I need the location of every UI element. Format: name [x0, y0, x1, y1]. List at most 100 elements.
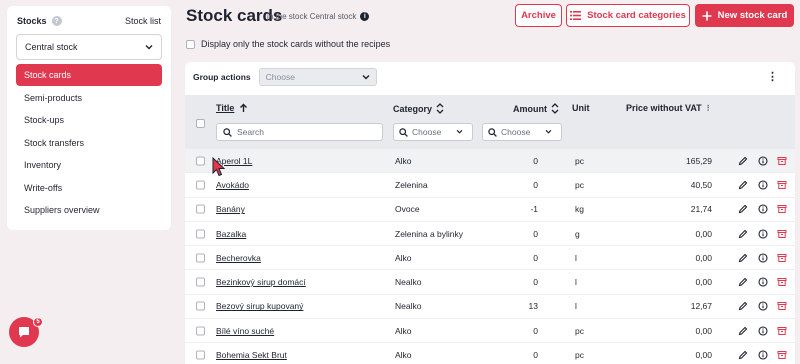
- sidebar-item-stock-ups[interactable]: Stock-ups: [16, 109, 162, 131]
- sidebar-item-stock-cards[interactable]: Stock cards: [16, 64, 162, 86]
- edit-icon[interactable]: [738, 180, 748, 190]
- edit-icon[interactable]: [738, 156, 748, 166]
- row-checkbox[interactable]: [196, 350, 205, 360]
- edit-icon[interactable]: [738, 326, 748, 336]
- sidebar-item-write-offs[interactable]: Write-offs: [16, 177, 162, 199]
- info-icon[interactable]: [758, 253, 768, 263]
- column-amount[interactable]: Amount: [513, 103, 559, 114]
- group-actions-select[interactable]: Choose: [258, 68, 377, 86]
- table-row[interactable]: Bezový sirup kupovaný Nealko 13 l 12,67: [185, 295, 795, 320]
- search-icon: [488, 127, 497, 137]
- edit-icon[interactable]: [738, 277, 748, 287]
- stock-card-title-link[interactable]: Becherovka: [216, 253, 261, 263]
- stock-card-title-link[interactable]: Avokádo: [216, 180, 249, 190]
- column-category-label: Category: [393, 103, 433, 114]
- sort-icon: [436, 103, 444, 114]
- info-icon[interactable]: i: [360, 12, 370, 21]
- stock-card-title-link[interactable]: Bezinkový sirup domácí: [216, 277, 306, 287]
- select-all-checkbox[interactable]: [196, 119, 205, 128]
- table-row[interactable]: Bohemia Sekt Brut Alko 0 pc 0,00: [185, 343, 795, 364]
- stock-list-link[interactable]: Stock list: [125, 16, 161, 26]
- sidebar-item-inventory[interactable]: Inventory: [16, 154, 162, 176]
- edit-icon[interactable]: [738, 350, 748, 360]
- row-checkbox[interactable]: [196, 277, 205, 287]
- archive-icon[interactable]: [777, 229, 787, 239]
- title-search-input[interactable]: Search: [216, 123, 383, 141]
- stock-card-title-link[interactable]: Bazalka: [216, 229, 246, 239]
- info-icon[interactable]: [758, 350, 768, 360]
- info-icon[interactable]: [758, 326, 768, 336]
- table-row[interactable]: Banány Ovoce -1 kg 21,74: [185, 198, 795, 222]
- archive-icon[interactable]: [777, 277, 787, 287]
- archive-button[interactable]: Archive: [515, 4, 562, 27]
- column-price[interactable]: Price without VAT ⋮: [626, 103, 712, 113]
- archive-icon[interactable]: [777, 301, 787, 311]
- stock-card-title-link[interactable]: Bezový sirup kupovaný: [216, 301, 303, 311]
- edit-icon[interactable]: [738, 229, 748, 239]
- new-stock-card-button[interactable]: New stock card: [695, 4, 794, 27]
- stock-select[interactable]: Central stock: [16, 34, 162, 60]
- stock-card-title-link[interactable]: Bohemia Sekt Brut: [216, 350, 287, 360]
- archive-icon[interactable]: [777, 204, 787, 214]
- info-icon[interactable]: [758, 204, 768, 214]
- stock-card-category: Zelenina a bylinky: [395, 228, 464, 239]
- amount-filter-select[interactable]: Choose: [482, 123, 562, 141]
- table-body: Aperol 1L Alko 0 pc 165,29 Avokádo Zelen…: [185, 149, 795, 364]
- table-row[interactable]: Bazalka Zelenina a bylinky 0 g 0,00: [185, 222, 795, 247]
- stock-card-unit: pc: [575, 155, 584, 166]
- info-icon[interactable]: [758, 180, 768, 190]
- info-icon[interactable]: [758, 228, 768, 239]
- stock-card-price: 40,50: [690, 179, 712, 190]
- more-options-icon[interactable]: ⋮: [767, 70, 778, 83]
- table-row[interactable]: Bezinkový sirup domácí Nealko 0 l 0,00: [185, 270, 795, 295]
- sidebar-item-stock-transfers[interactable]: Stock transfers: [16, 132, 162, 154]
- category-filter-select[interactable]: Choose: [393, 123, 473, 141]
- archive-icon[interactable]: [777, 253, 787, 263]
- category-filter-value: Choose: [412, 127, 442, 137]
- edit-icon[interactable]: [738, 253, 748, 263]
- info-icon[interactable]: [758, 277, 768, 287]
- sidebar-nav: Stock cards Semi-products Stock-ups Stoc…: [16, 64, 162, 222]
- row-checkbox[interactable]: [196, 156, 205, 166]
- sidebar-item-suppliers-overview[interactable]: Suppliers overview: [16, 199, 162, 221]
- stock-card-title-link[interactable]: Bílé víno suché: [216, 326, 274, 336]
- stock-card-unit: kg: [575, 204, 584, 215]
- chevron-down-icon: [145, 43, 153, 52]
- row-checkbox[interactable]: [196, 301, 205, 311]
- row-checkbox[interactable]: [196, 326, 205, 336]
- chat-icon: [19, 327, 29, 338]
- help-icon[interactable]: ?: [51, 16, 62, 26]
- stock-card-title-link[interactable]: Banány: [216, 204, 245, 214]
- stock-card-unit: l: [575, 252, 577, 263]
- row-checkbox[interactable]: [196, 229, 205, 239]
- new-stock-card-label: New stock card: [717, 10, 788, 21]
- info-icon[interactable]: [758, 301, 768, 311]
- archive-icon[interactable]: [777, 350, 787, 360]
- archive-icon[interactable]: [777, 326, 787, 336]
- stock-card-unit: l: [575, 301, 577, 312]
- info-icon[interactable]: [758, 156, 768, 166]
- edit-icon[interactable]: [738, 301, 748, 311]
- column-title-label: Title: [216, 103, 235, 113]
- archive-icon[interactable]: [777, 156, 787, 166]
- row-checkbox[interactable]: [196, 180, 205, 190]
- column-title[interactable]: Title: [216, 103, 248, 113]
- edit-icon[interactable]: [738, 204, 748, 214]
- archive-icon[interactable]: [777, 180, 787, 190]
- table-row[interactable]: Bílé víno suché Alko 0 pc 0,00: [185, 319, 795, 344]
- sidebar-title: Stocks: [17, 16, 47, 26]
- recipe-filter-checkbox[interactable]: [186, 39, 195, 49]
- table-row[interactable]: Avokádo Zelenina 0 pc 40,50: [185, 173, 795, 198]
- stock-card-unit: pc: [575, 179, 584, 190]
- sidebar-item-semi-products[interactable]: Semi-products: [16, 87, 162, 109]
- row-checkbox[interactable]: [196, 253, 205, 263]
- recipe-filter: Display only the stock cards without the…: [186, 39, 390, 49]
- stock-card-categories-button[interactable]: Stock card categories: [566, 4, 690, 27]
- column-unit[interactable]: Unit: [572, 103, 590, 113]
- column-category[interactable]: Category: [393, 103, 444, 114]
- table-row[interactable]: Becherovka Alko 0 l 0,00: [185, 246, 795, 271]
- page-subtitle: in the stock Central stock i: [267, 12, 370, 21]
- table-row[interactable]: Aperol 1L Alko 0 pc 165,29: [185, 149, 795, 174]
- row-checkbox[interactable]: [196, 204, 205, 214]
- stock-card-amount: 0: [533, 325, 538, 336]
